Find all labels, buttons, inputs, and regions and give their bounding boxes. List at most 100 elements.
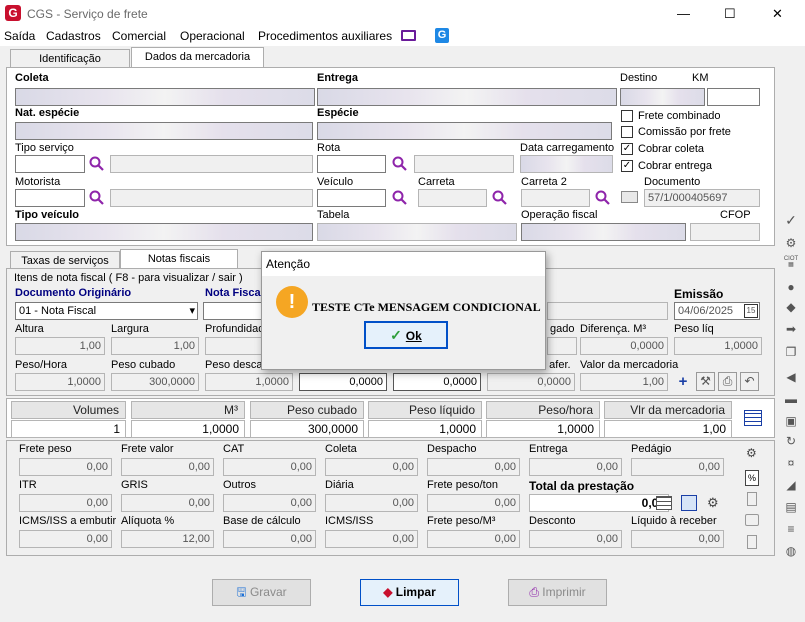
peso-liq-field[interactable]: 1,0000 <box>674 337 762 355</box>
freight-value[interactable]: 0,00 <box>19 530 112 548</box>
check-icon[interactable]: ✓ <box>783 212 799 228</box>
freight-value[interactable]: 0,00 <box>325 530 418 548</box>
refresh-icon[interactable]: ↻ <box>783 434 799 448</box>
nf-value-field-4[interactable]: 0,0000 <box>299 373 387 391</box>
frete-combinado-checkbox[interactable] <box>621 110 633 122</box>
globe-icon[interactable]: ◍ <box>783 544 799 558</box>
freight-value[interactable]: 0,00 <box>325 458 418 476</box>
freight-value[interactable]: 0,00 <box>427 494 520 512</box>
motorista-code-input[interactable] <box>15 189 85 207</box>
freight-value[interactable]: 0,00 <box>325 494 418 512</box>
peso-descarga-field[interactable]: 1,0000 <box>205 373 293 391</box>
freight-value[interactable]: 0,00 <box>529 494 669 512</box>
freight-value[interactable]: 12,00 <box>121 530 214 548</box>
truck-icon[interactable] <box>621 191 638 203</box>
freight-value[interactable]: 0,00 <box>121 458 214 476</box>
freight-value[interactable]: 0,00 <box>631 458 724 476</box>
km-field[interactable] <box>707 88 760 106</box>
maximize-button[interactable]: ☐ <box>724 6 736 22</box>
menu-cadastros[interactable]: Cadastros <box>46 29 101 43</box>
cobrar-entrega-checkbox[interactable]: ✓ <box>621 160 633 172</box>
tab-notas-fiscais[interactable]: Notas fiscais <box>120 249 238 270</box>
book-icon[interactable] <box>681 495 697 511</box>
megaphone-icon[interactable]: ◀ <box>783 370 799 384</box>
tipo-veiculo-field[interactable] <box>15 223 313 241</box>
veiculo-input[interactable] <box>317 189 386 207</box>
tabela-field[interactable] <box>317 223 517 241</box>
truck-side-icon[interactable]: ▬ <box>783 392 799 406</box>
clipboard-icon[interactable] <box>747 535 757 549</box>
comissao-checkbox[interactable] <box>621 126 633 138</box>
monitor-icon[interactable] <box>401 30 416 41</box>
largura-field[interactable]: 1,00 <box>111 337 199 355</box>
carreta-input[interactable] <box>418 189 487 207</box>
tab-identificacao[interactable]: Identificação <box>10 49 130 68</box>
search-icon[interactable] <box>392 190 408 206</box>
nat-especie-field[interactable] <box>15 122 313 140</box>
menu-comercial[interactable]: Comercial <box>112 29 166 43</box>
undo-icon[interactable]: ↶ <box>740 372 759 391</box>
doc-side-icon[interactable]: ▤ <box>783 500 799 514</box>
freight-value[interactable]: 0,00 <box>223 458 316 476</box>
freight-value[interactable]: 0,00 <box>223 530 316 548</box>
search-icon[interactable] <box>492 190 508 206</box>
profundidade-field[interactable] <box>205 337 265 355</box>
menu-saida[interactable]: Saída <box>4 29 35 43</box>
pesado-field[interactable] <box>547 337 577 355</box>
coleta-field[interactable] <box>15 88 315 106</box>
carreta2-input[interactable] <box>521 189 590 207</box>
search-icon[interactable] <box>595 190 611 206</box>
freight-value[interactable]: 0,00 <box>19 458 112 476</box>
nota-fiscal-input[interactable] <box>203 302 263 320</box>
altura-field[interactable]: 1,00 <box>15 337 105 355</box>
freight-value[interactable]: 0,00 <box>427 458 520 476</box>
forward-icon[interactable]: ➡ <box>783 322 799 336</box>
stack-icon[interactable]: ≡ <box>783 522 799 536</box>
limpar-button[interactable]: ◆ Limpar <box>360 579 459 606</box>
shape-icon[interactable]: ◢ <box>783 478 799 492</box>
search-icon[interactable] <box>89 190 105 206</box>
circle-icon[interactable]: ● <box>783 280 799 294</box>
percent-icon[interactable]: % <box>745 470 759 486</box>
tag-icon[interactable]: ◆ <box>783 300 799 314</box>
freight-value[interactable]: 0,00 <box>529 458 622 476</box>
app-g-icon[interactable]: G <box>435 28 449 43</box>
valor-merc-field[interactable]: 1,00 <box>580 373 668 391</box>
freight-value[interactable]: 0,00 <box>427 530 520 548</box>
box-icon[interactable]: ▣ <box>783 414 799 428</box>
calendar-icon[interactable]: 15 <box>744 304 758 318</box>
doc-icon[interactable] <box>747 492 757 506</box>
peso-hora-field[interactable]: 1,0000 <box>15 373 105 391</box>
especie-field[interactable] <box>317 122 612 140</box>
freight-value[interactable]: 0,00 <box>529 530 622 548</box>
doc-orig-select[interactable]: 01 - Nota Fiscal ▾ <box>15 302 198 320</box>
search-icon[interactable] <box>392 156 408 172</box>
menu-operacional[interactable]: Operacional <box>180 29 245 43</box>
freight-value[interactable]: 0,00 <box>223 494 316 512</box>
cobrar-coleta-checkbox[interactable]: ✓ <box>621 143 633 155</box>
entrega-field[interactable] <box>317 88 617 106</box>
ciot-icon[interactable]: CIOT ▦ <box>783 256 799 270</box>
minimize-button[interactable]: — <box>677 6 690 21</box>
destino-field[interactable] <box>620 88 705 106</box>
diferenca-field[interactable]: 0,0000 <box>580 337 668 355</box>
freight-value[interactable]: 0,00 <box>631 530 724 548</box>
nf-value-field-5[interactable]: 0,0000 <box>393 373 481 391</box>
ok-button[interactable]: ✓ Ok <box>364 321 448 349</box>
tools-icon[interactable]: ⚒ <box>696 372 715 391</box>
freight-value[interactable]: 0,00 <box>19 494 112 512</box>
calculator-icon[interactable] <box>656 496 672 510</box>
data-carregamento-field[interactable] <box>520 155 613 173</box>
add-icon[interactable]: + <box>675 374 691 390</box>
settings-icon[interactable]: ⚙ <box>707 495 719 511</box>
menu-procedimentos[interactable]: Procedimentos auxiliares <box>258 29 392 43</box>
gravar-button[interactable]: 🖫 Gravar <box>212 579 311 606</box>
search-icon[interactable] <box>89 156 105 172</box>
print-icon[interactable]: ⎙ <box>718 372 737 391</box>
tipo-servico-code-input[interactable] <box>15 155 85 173</box>
imprimir-button[interactable]: ⎙ Imprimir <box>508 579 607 606</box>
comment-icon[interactable] <box>745 514 759 526</box>
close-button[interactable]: ✕ <box>772 6 783 22</box>
rota-code-input[interactable] <box>317 155 386 173</box>
tab-dados-mercadoria[interactable]: Dados da mercadoria <box>131 47 264 68</box>
